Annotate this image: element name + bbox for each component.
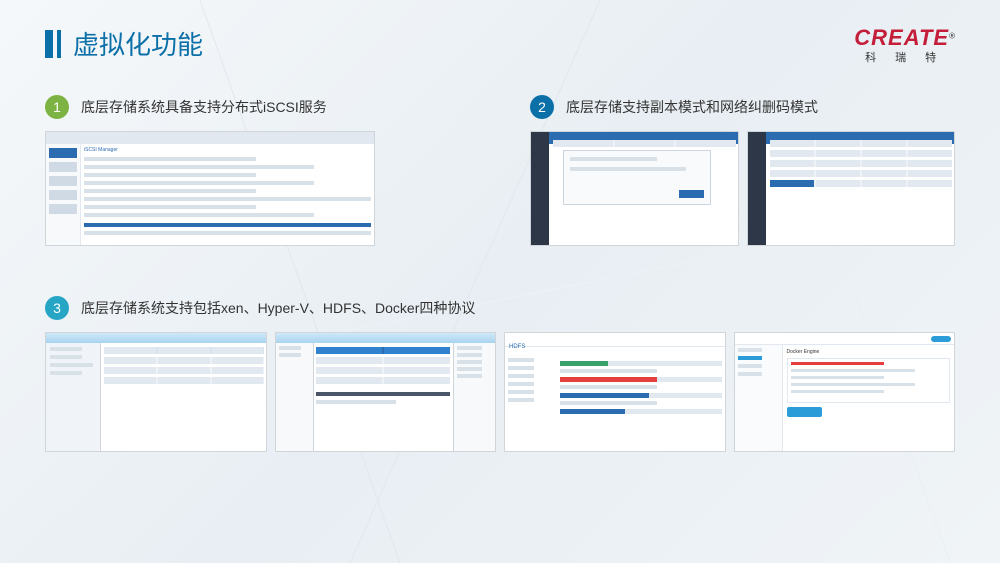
screenshot-iscsi: iSCSI Manager (45, 131, 375, 246)
brand-logo: CREATE® 科 瑞 特 (854, 25, 955, 65)
title-accent-bar-thin (57, 30, 61, 58)
bullet-text-2: 底层存储支持副本模式和网络纠删码模式 (566, 97, 818, 117)
hdfs-title: HDFS (509, 344, 525, 350)
bullet-number-1: 1 (45, 95, 69, 119)
screenshot-replica-mode (530, 131, 739, 246)
slide-header: 虚拟化功能 CREATE® 科 瑞 特 (45, 25, 955, 65)
logo-registered: ® (949, 32, 955, 41)
slide-title: 虚拟化功能 (73, 25, 203, 62)
logo-text: CREATE (854, 25, 949, 50)
screenshot-hyperv (275, 332, 497, 452)
bullet-number-3: 3 (45, 296, 69, 320)
screenshot-erasure-mode (747, 131, 956, 246)
logo-subtitle: 科 瑞 特 (865, 49, 944, 65)
screenshot-xen (45, 332, 267, 452)
bullet-point-2: 2 底层存储支持副本模式和网络纠删码模式 (530, 95, 955, 119)
bullet-text-1: 底层存储系统具备支持分布式iSCSI服务 (81, 97, 327, 117)
bullet-number-2: 2 (530, 95, 554, 119)
bullet-point-1: 1 底层存储系统具备支持分布式iSCSI服务 (45, 95, 470, 119)
screenshot-hdfs: HDFS (504, 332, 726, 452)
screenshot-docker: Docker Engine (734, 332, 956, 452)
iscsi-panel-title: iSCSI Manager (84, 147, 371, 153)
bullet-point-3: 3 底层存储系统支持包括xen、Hyper-V、HDFS、Docker四种协议 (45, 296, 955, 320)
docker-title: Docker Engine (787, 349, 951, 355)
title-accent-bar (45, 30, 53, 58)
bullet-text-3: 底层存储系统支持包括xen、Hyper-V、HDFS、Docker四种协议 (81, 298, 475, 318)
